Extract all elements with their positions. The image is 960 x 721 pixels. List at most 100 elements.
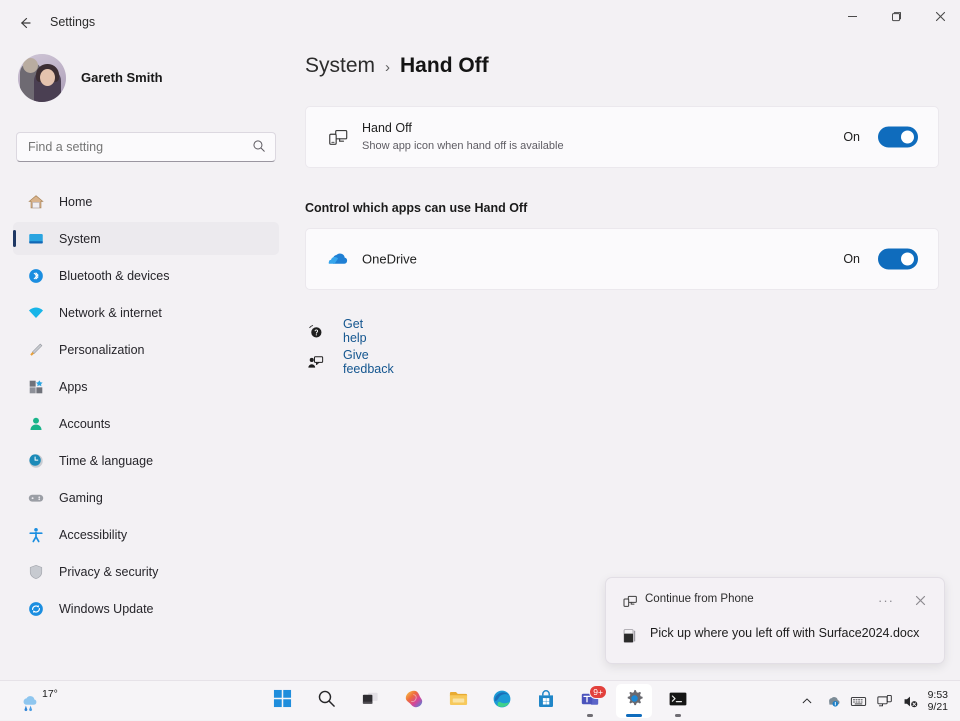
phone-to-monitor-icon	[877, 694, 892, 706]
toast-more-button[interactable]: ···	[876, 591, 896, 609]
notification-toast[interactable]: Continue from Phone ··· Pick up where yo…	[605, 577, 945, 664]
sidebar: Gareth Smith Home	[0, 46, 290, 680]
app-row-onedrive[interactable]: OneDrive On	[305, 228, 939, 290]
windows-start-icon	[273, 689, 292, 713]
word-document-icon	[620, 626, 640, 646]
link-label: Give feedback	[343, 348, 394, 376]
sidebar-item-windows-update[interactable]: Windows Update	[13, 592, 279, 625]
wifi-icon	[26, 303, 46, 323]
terminal-icon	[668, 689, 688, 714]
breadcrumb-parent[interactable]: System	[305, 54, 375, 78]
sidebar-item-label: Personalization	[59, 342, 145, 357]
sidebar-item-label: Home	[59, 194, 93, 209]
sidebar-item-time-language[interactable]: Time & language	[13, 444, 279, 477]
taskbar-task-view-button[interactable]	[352, 684, 388, 718]
sidebar-item-system[interactable]: System	[13, 222, 279, 255]
taskbar-buttons: 9+	[264, 681, 696, 721]
home-icon	[26, 192, 46, 212]
system-monitor-icon	[26, 229, 46, 249]
sidebar-item-label: Time & language	[59, 453, 154, 468]
close-button[interactable]	[918, 0, 960, 32]
clock-icon	[26, 451, 46, 471]
maximize-button[interactable]	[874, 0, 918, 32]
taskbar-teams-button[interactable]: 9+	[572, 684, 608, 718]
weather-widget[interactable]: 17°	[8, 685, 86, 717]
taskbar-start-button[interactable]	[264, 684, 300, 718]
page-title: Hand Off	[400, 54, 489, 77]
keyboard-icon	[850, 696, 867, 706]
onedrive-status-button[interactable]	[820, 686, 846, 716]
taskbar-microsoft-store-button[interactable]	[528, 684, 564, 718]
taskbar-copilot-button[interactable]	[396, 684, 432, 718]
taskbar-edge-button[interactable]	[484, 684, 520, 718]
search-icon	[317, 689, 336, 713]
maximize-icon	[891, 11, 901, 21]
onedrive-toggle-state: On	[843, 252, 860, 266]
handoff-indicator-button[interactable]	[872, 686, 898, 716]
toast-close-button[interactable]	[910, 591, 930, 609]
search-input[interactable]	[28, 133, 238, 161]
back-button[interactable]	[10, 8, 40, 38]
show-hidden-icons-button[interactable]	[794, 686, 820, 716]
bluetooth-icon	[26, 266, 46, 286]
sidebar-item-privacy-security[interactable]: Privacy & security	[13, 555, 279, 588]
teams-badge: 9+	[589, 685, 607, 699]
sidebar-item-accessibility[interactable]: Accessibility	[13, 518, 279, 551]
sidebar-item-label: Bluetooth & devices	[59, 268, 170, 283]
taskbar-file-explorer-button[interactable]	[440, 684, 476, 718]
handoff-subtitle: Show app icon when hand off is available	[362, 140, 564, 152]
person-icon	[26, 414, 46, 434]
taskbar-terminal-button[interactable]	[660, 684, 696, 718]
sidebar-item-network-internet[interactable]: Network & internet	[13, 296, 279, 329]
minimize-icon	[847, 15, 857, 17]
close-icon	[915, 595, 925, 605]
window-title: Settings	[50, 15, 96, 29]
apps-icon	[26, 377, 46, 397]
sidebar-item-label: Windows Update	[59, 601, 154, 616]
phone-to-monitor-icon	[326, 125, 350, 149]
sidebar-item-gaming[interactable]: Gaming	[13, 481, 279, 514]
toast-message: Pick up where you left off with Surface2…	[650, 626, 920, 640]
onedrive-cloud-icon	[326, 247, 350, 271]
handoff-title: Hand Off	[362, 121, 412, 135]
handoff-toggle[interactable]	[878, 126, 918, 148]
handoff-setting-card[interactable]: Hand Off Show app icon when hand off is …	[305, 106, 939, 168]
sidebar-item-label: Gaming	[59, 490, 103, 505]
handoff-toggle-state: On	[843, 130, 860, 144]
account-row[interactable]: Gareth Smith	[18, 54, 278, 116]
edge-browser-icon	[492, 689, 512, 714]
rain-showers-icon	[18, 691, 42, 718]
gamepad-icon	[26, 488, 46, 508]
taskbar: 17° 9+ 9:53 9/21	[0, 680, 960, 720]
weather-temperature: 17°	[42, 688, 58, 700]
update-refresh-icon	[26, 599, 46, 619]
taskbar-search-button[interactable]	[308, 684, 344, 718]
input-indicator-button[interactable]	[846, 686, 872, 716]
minimize-button[interactable]	[830, 0, 874, 32]
clock-date: 9/21	[927, 701, 948, 713]
sidebar-item-bluetooth-devices[interactable]: Bluetooth & devices	[13, 259, 279, 292]
folder-icon	[448, 688, 469, 714]
clock[interactable]: 9:53 9/21	[928, 689, 948, 713]
link-label: Get help	[343, 317, 367, 345]
sidebar-item-home[interactable]: Home	[13, 185, 279, 218]
sidebar-item-label: Accounts	[59, 416, 111, 431]
taskbar-settings-button[interactable]	[616, 684, 652, 718]
apps-section-heading: Control which apps can use Hand Off	[305, 201, 528, 215]
onedrive-toggle[interactable]	[878, 248, 918, 270]
feedback-person-icon	[305, 352, 325, 372]
help-question-icon	[305, 321, 325, 341]
avatar[interactable]	[18, 54, 66, 102]
speaker-muted-icon	[904, 696, 918, 707]
onedrive-cloud-icon	[828, 697, 840, 707]
window-titlebar: Settings	[0, 0, 960, 46]
sidebar-item-personalization[interactable]: Personalization	[13, 333, 279, 366]
sidebar-item-apps[interactable]: Apps	[13, 370, 279, 403]
shield-icon	[26, 562, 46, 582]
search-box[interactable]	[16, 132, 276, 162]
volume-button[interactable]	[898, 686, 924, 716]
arrow-left-icon	[21, 17, 31, 29]
sidebar-item-accounts[interactable]: Accounts	[13, 407, 279, 440]
account-name: Gareth Smith	[81, 70, 163, 85]
sidebar-item-label: System	[59, 231, 101, 246]
